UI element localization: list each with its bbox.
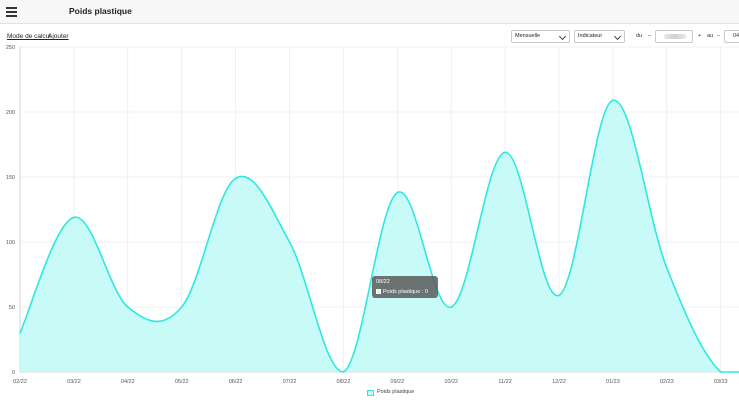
y-tick-label: 50 [9,305,15,311]
legend-label: Poids plastique [377,389,415,395]
data-point [234,177,237,180]
data-point [450,306,453,308]
x-tick-label: 02/22 [13,379,27,385]
data-point [396,191,399,194]
x-tick-label: 06/22 [229,379,243,385]
data-point [719,371,722,373]
y-tick-label: 100 [6,240,15,246]
x-tick-label: 07/22 [283,379,297,385]
x-tick-label: 05/22 [175,379,189,385]
x-tick-label: 03/23 [714,379,728,385]
data-point [558,294,560,297]
tooltip-series-value: Poids plastique : 0 [383,289,428,295]
data-point [73,216,75,219]
tooltip-value: 0 [424,289,428,295]
tooltip-series-name: Poids plastique [383,289,421,295]
data-point [612,99,614,102]
x-tick-label: 12/22 [552,379,566,385]
y-tick-label: 250 [6,45,15,51]
chart-tooltip: 08/22 Poids plastique : 0 [372,276,438,298]
x-tick-label: 08/22 [337,379,351,385]
area-chart: 0 50 100 150 200 250 02/22 03/22 04/22 05/22 06/22… [6,45,739,385]
data-point [342,371,345,373]
data-point [19,332,21,334]
x-tick-label: 09/22 [390,379,404,385]
data-point [666,267,668,269]
y-tick-label: 150 [6,175,15,181]
data-point [288,241,291,243]
x-tick-label: 11/22 [498,379,511,385]
y-tick-label: 0 [12,370,15,376]
data-point [504,151,506,154]
x-tick-label: 04/22 [121,379,135,385]
y-tick-label: 200 [6,110,15,116]
x-tick-label: 10/22 [444,379,458,385]
data-point [127,306,129,308]
data-point [180,306,183,308]
x-tick-label: 01/23 [606,379,620,385]
x-tick-label: 03/22 [67,379,81,385]
tooltip-swatch [376,289,381,294]
legend-swatch [367,390,374,396]
x-tick-label: 02/23 [660,379,674,385]
tooltip-title: 08/22 [376,279,390,285]
